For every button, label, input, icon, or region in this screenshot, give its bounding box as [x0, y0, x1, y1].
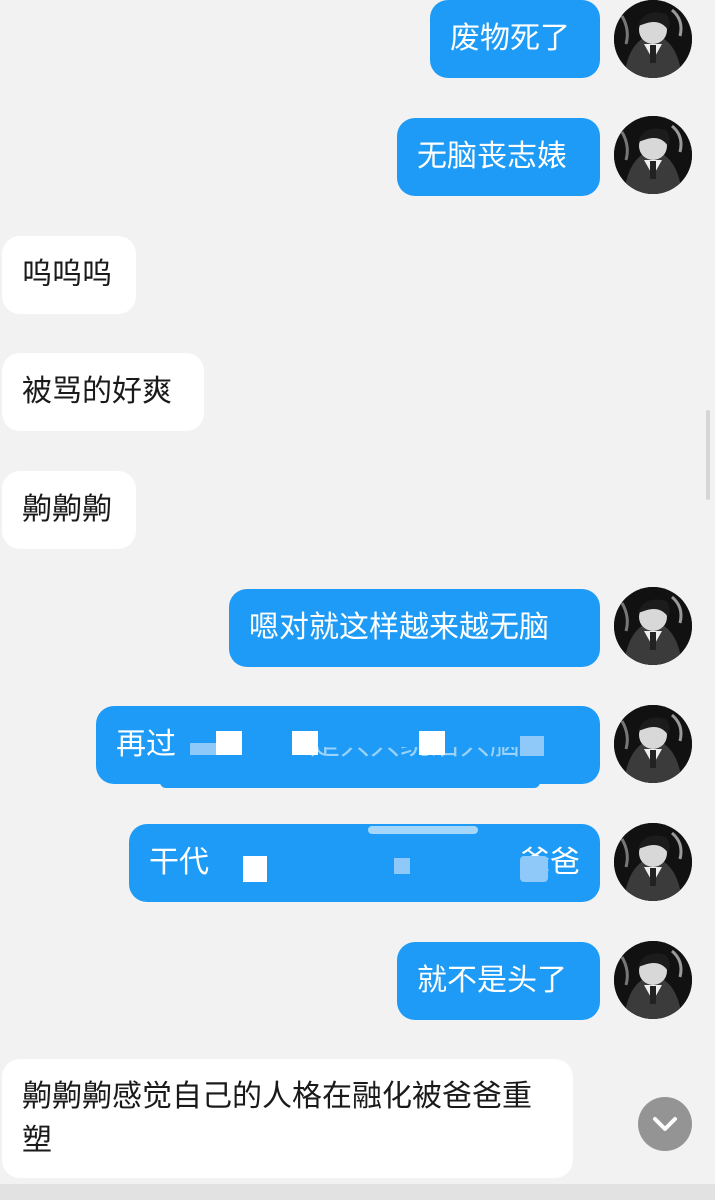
user-avatar-icon: [614, 116, 692, 194]
outgoing-message[interactable]: 就不是头了: [397, 942, 600, 1020]
scroll-to-bottom-button[interactable]: [638, 1097, 692, 1151]
redaction-smear: [160, 776, 540, 788]
outgoing-message[interactable]: 无脑丧志婊: [397, 118, 600, 196]
avatar[interactable]: [614, 941, 692, 1019]
avatar[interactable]: [614, 116, 692, 194]
user-avatar-icon: [614, 823, 692, 901]
incoming-message[interactable]: 齁齁齁感觉自己的人格在融化被爸爸重塑: [2, 1059, 573, 1178]
outgoing-message[interactable]: 嗯对就这样越来越无脑: [229, 589, 600, 667]
redaction-mark: [520, 856, 548, 882]
user-avatar-icon: [614, 0, 692, 78]
redaction-mark: [520, 736, 544, 756]
redaction-smear: [368, 826, 478, 834]
user-avatar-icon: [614, 587, 692, 665]
outgoing-message[interactable]: 废物死了: [430, 0, 600, 78]
incoming-message[interactable]: 齁齁齁: [2, 471, 136, 549]
avatar[interactable]: [614, 705, 692, 783]
scrollbar[interactable]: [706, 410, 710, 500]
user-avatar-icon: [614, 941, 692, 1019]
redaction-mark: [243, 856, 267, 882]
redaction-mark: [419, 731, 445, 755]
avatar[interactable]: [614, 587, 692, 665]
redaction-mark: [292, 731, 318, 755]
message-text: 再过: [116, 727, 176, 762]
incoming-message[interactable]: 呜呜呜: [2, 236, 136, 314]
user-avatar-icon: [614, 705, 692, 783]
message-text: 干代: [149, 845, 209, 880]
bottom-edge: [0, 1184, 715, 1200]
redaction-mark: [394, 858, 410, 874]
chevron-down-icon: [653, 1117, 677, 1131]
avatar[interactable]: [614, 0, 692, 78]
chat-history[interactable]: 废物死了 无脑丧志婊 呜呜呜 被骂的好爽 齁齁齁 嗯对就这样越来越无脑 再过 是…: [0, 0, 715, 1200]
message-text-partial: 是只只统治只脑: [310, 727, 520, 762]
redaction-mark: [190, 743, 216, 755]
avatar[interactable]: [614, 823, 692, 901]
incoming-message[interactable]: 被骂的好爽: [2, 353, 204, 431]
redaction-mark: [216, 731, 242, 755]
